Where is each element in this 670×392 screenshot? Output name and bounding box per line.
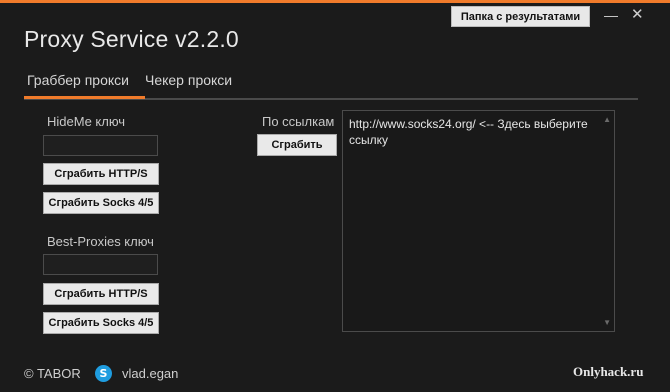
minimize-icon[interactable]: — (604, 6, 618, 24)
hideme-key-label: HideMe ключ (47, 114, 126, 129)
bestproxies-grab-socks-button[interactable]: Сграбить Socks 4/5 (43, 312, 159, 334)
active-tab-indicator (24, 96, 145, 99)
links-label: По ссылкам (262, 114, 335, 129)
results-folder-button[interactable]: Папка с результатами (451, 6, 590, 27)
app-title: Proxy Service v2.2.0 (24, 26, 239, 52)
scroll-down-icon[interactable]: ▼ (603, 318, 611, 327)
skype-icon: S (95, 365, 112, 382)
bestproxies-grab-http-button[interactable]: Сграбить HTTP/S (43, 283, 159, 305)
hideme-grab-http-button[interactable]: Сграбить HTTP/S (43, 163, 159, 185)
scroll-up-icon[interactable]: ▲ (603, 115, 611, 124)
tab-grabber[interactable]: Граббер прокси (27, 72, 129, 98)
tab-bar: Граббер прокси Чекер прокси (24, 72, 638, 100)
tab-checker[interactable]: Чекер прокси (145, 72, 232, 98)
bestproxies-key-label: Best-Proxies ключ (47, 234, 154, 249)
skype-contact: vlad.egan (122, 366, 179, 381)
copyright-text: © TABOR (24, 366, 81, 381)
links-textarea[interactable]: http://www.socks24.org/ <-- Здесь выбери… (342, 110, 615, 332)
bestproxies-key-input[interactable] (43, 254, 158, 275)
hideme-grab-socks-button[interactable]: Сграбить Socks 4/5 (43, 192, 159, 214)
close-icon[interactable]: ✕ (631, 6, 644, 24)
accent-top-bar (0, 0, 670, 3)
hideme-key-input[interactable] (43, 135, 158, 156)
links-text: http://www.socks24.org/ <-- Здесь выбери… (349, 117, 588, 147)
links-grab-button[interactable]: Сграбить (257, 134, 337, 156)
watermark-text: Onlyhack.ru (573, 364, 644, 379)
